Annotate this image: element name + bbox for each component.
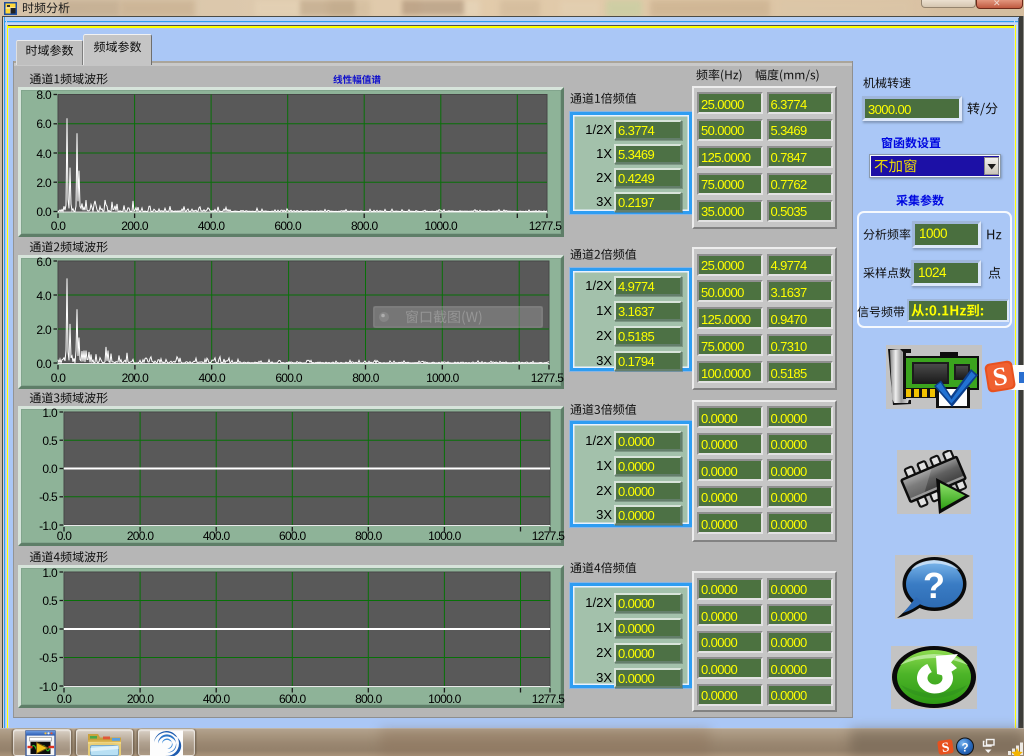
- svg-text:?: ?: [961, 743, 968, 755]
- svg-text:?: ?: [923, 565, 945, 606]
